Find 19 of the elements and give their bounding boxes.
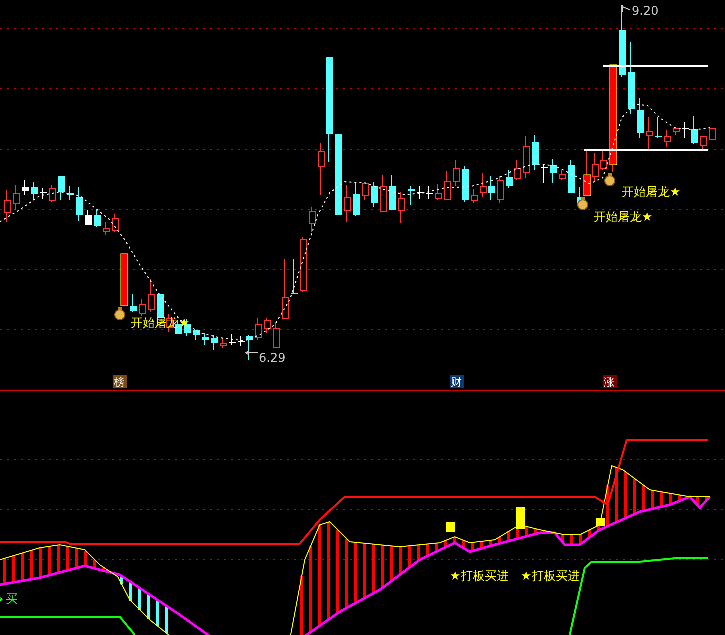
money-bag-icon [578,197,588,210]
signal-label: ★打板买进 [521,569,580,583]
signal-label: 买 [6,592,18,606]
signal-block [596,518,605,526]
money-bag-icon [604,173,616,186]
event-marker-label: 榜 [114,376,125,389]
signal-block [516,507,525,529]
price-low-label: 6.29 [259,351,286,365]
price-high-label: 9.20 [632,4,659,18]
money-bag-icon [114,307,126,320]
event-marker-label: 财 [451,376,462,389]
signal-block [446,522,455,532]
signal-label: 开始屠龙★ [594,210,653,224]
star-icon [0,595,3,603]
signal-label: 开始屠龙★ [622,185,681,199]
event-marker-label: 涨 [604,376,615,389]
leader-line [245,350,258,356]
leader-line [622,4,630,12]
signal-label: ★打板买进 [450,569,509,583]
